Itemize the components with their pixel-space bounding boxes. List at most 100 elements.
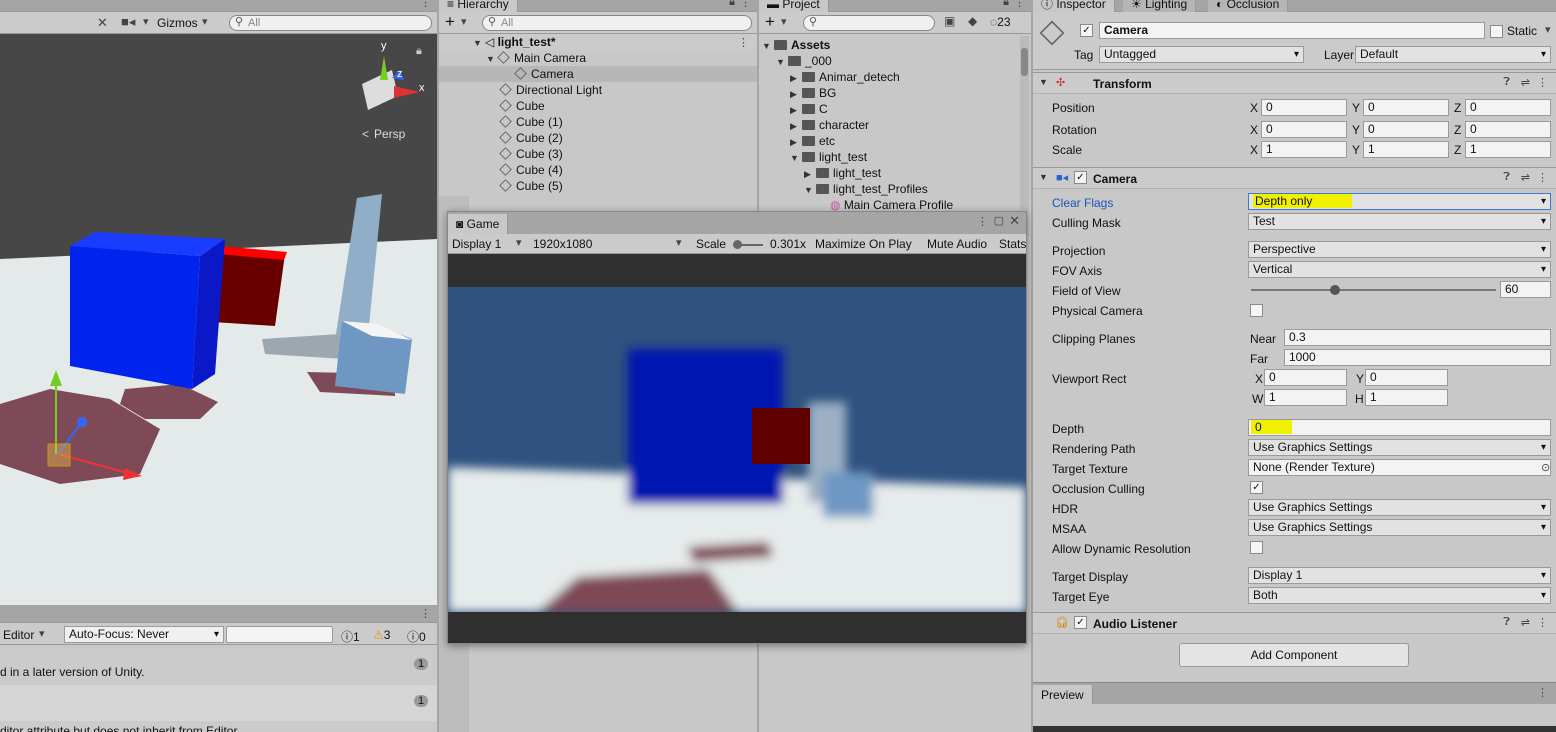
add-component-button[interactable]: Add Component xyxy=(1179,643,1409,667)
preset-icon[interactable]: ⇌ xyxy=(1521,616,1530,629)
expand-icon[interactable]: ▼ xyxy=(762,38,774,54)
tools-icon[interactable]: ✕ xyxy=(97,15,108,31)
tab-inspector[interactable]: ⓘ Inspector xyxy=(1033,0,1115,12)
more-icon[interactable]: ⋮ xyxy=(420,0,431,9)
list-item[interactable]: Cube (3) xyxy=(439,146,757,162)
folder-row[interactable]: ▶ etc xyxy=(790,133,835,149)
gizmos-dropdown-icon[interactable]: ▾ xyxy=(202,15,208,28)
expand-icon[interactable]: ▼ xyxy=(804,182,816,198)
hidden-count[interactable]: ◌23 xyxy=(990,15,1011,29)
dropdown-icon[interactable]: ▾ xyxy=(143,15,149,28)
tab-lighting[interactable]: ☀ Lighting xyxy=(1123,0,1197,12)
viewport-x-field[interactable]: 0 xyxy=(1264,369,1347,386)
component-more-icon[interactable]: ⋮ xyxy=(1537,616,1548,629)
rotation-y-field[interactable]: 0 xyxy=(1363,121,1449,138)
console-row[interactable]: 1 xyxy=(0,685,437,721)
fov-axis-dropdown[interactable]: Vertical xyxy=(1248,261,1551,278)
target-texture-field[interactable]: None (Render Texture) xyxy=(1248,459,1551,476)
near-field[interactable]: 0.3 xyxy=(1284,329,1551,346)
clear-flags-dropdown[interactable]: Depth only xyxy=(1248,193,1551,210)
tab-preview[interactable]: Preview xyxy=(1033,685,1093,705)
error-count[interactable]: ⓘ0 xyxy=(407,628,426,645)
scene-search-input[interactable]: All xyxy=(229,15,432,31)
expand-icon[interactable]: ▼ xyxy=(1039,77,1051,87)
position-x-field[interactable]: 0 xyxy=(1261,99,1347,116)
hdr-dropdown[interactable]: Use Graphics Settings xyxy=(1248,499,1551,516)
preview-more-icon[interactable]: ⋮ xyxy=(1537,686,1548,699)
position-y-field[interactable]: 0 xyxy=(1363,99,1449,116)
add-dropdown-icon[interactable]: ▾ xyxy=(461,15,467,28)
audio-listener-header[interactable]: 🎧︎ ✓ Audio Listener ❓︎ ⇌ ⋮ xyxy=(1033,612,1556,634)
scale-slider[interactable] xyxy=(733,240,763,249)
tab-project[interactable]: ▬ Project xyxy=(759,0,829,12)
physical-camera-checkbox[interactable] xyxy=(1250,304,1263,317)
game-more-icon[interactable]: ⋮ xyxy=(977,215,988,228)
projection-dropdown[interactable]: Perspective xyxy=(1248,241,1551,258)
filter-type-icon[interactable]: ▣ xyxy=(944,14,955,28)
maximize-icon[interactable]: ▢ xyxy=(994,214,1004,227)
transform-header[interactable]: ▼ ✣ Transform ❓︎ ⇌ ⋮ xyxy=(1033,72,1556,94)
expand-icon[interactable]: ▼ xyxy=(473,35,485,51)
scene-root-row[interactable]: ▼ ◁ light_test* ⋮ xyxy=(439,34,757,50)
console-more-icon[interactable]: ⋮ xyxy=(420,607,431,620)
scale-y-field[interactable]: 1 xyxy=(1363,141,1449,158)
list-item[interactable]: Cube (5) xyxy=(439,178,757,194)
list-item[interactable]: Cube (2) xyxy=(439,130,757,146)
lock-icon[interactable]: 🔒︎ xyxy=(416,45,422,58)
fov-field[interactable]: 60 xyxy=(1500,281,1551,298)
list-item[interactable]: ▼ Main Camera xyxy=(439,50,757,66)
tag-dropdown[interactable]: Untagged xyxy=(1099,46,1304,63)
console-row[interactable]: d in a later version of Unity. 1 xyxy=(0,649,437,685)
close-icon[interactable]: ✕ xyxy=(1009,213,1020,229)
rotation-z-field[interactable]: 0 xyxy=(1465,121,1551,138)
tab-occlusion[interactable]: ◐ Occlusion xyxy=(1208,0,1289,12)
viewport-h-field[interactable]: 1 xyxy=(1365,389,1448,406)
preset-icon[interactable]: ⇌ xyxy=(1521,76,1530,89)
viewport-w-field[interactable]: 1 xyxy=(1264,389,1347,406)
tab-hierarchy[interactable]: ≡ Hierarchy xyxy=(439,0,518,12)
display-dropdown[interactable]: Display 1 xyxy=(452,237,501,251)
folder-row[interactable]: ▶ BG xyxy=(790,85,836,101)
folder-row[interactable]: ▼ Assets xyxy=(762,37,830,53)
scene-viewport[interactable] xyxy=(0,34,437,605)
folder-row[interactable]: ▶ Animar_detech xyxy=(790,69,900,85)
fov-slider[interactable] xyxy=(1251,285,1496,295)
console-row[interactable]: ditor attribute but does not inherit fro… xyxy=(0,721,437,732)
expand-icon[interactable]: ▶ xyxy=(790,102,802,118)
static-checkbox[interactable] xyxy=(1490,25,1503,38)
maximize-on-play-toggle[interactable]: Maximize On Play xyxy=(815,237,912,251)
msaa-dropdown[interactable]: Use Graphics Settings xyxy=(1248,519,1551,536)
occlusion-culling-checkbox[interactable]: ✓ xyxy=(1250,481,1263,494)
create-button[interactable]: + xyxy=(765,12,775,32)
project-lock-icon[interactable]: 🔒︎ xyxy=(1003,0,1009,9)
far-field[interactable]: 1000 xyxy=(1284,349,1551,366)
mute-audio-toggle[interactable]: Mute Audio xyxy=(927,237,987,251)
view-mode-label[interactable]: Persp xyxy=(374,127,405,141)
object-name-field[interactable]: Camera xyxy=(1099,22,1485,39)
create-dropdown-icon[interactable]: ▾ xyxy=(781,15,787,28)
autofocus-dropdown[interactable]: Auto-Focus: Never xyxy=(64,626,224,643)
stats-toggle[interactable]: Stats xyxy=(999,237,1026,251)
expand-icon[interactable]: ▶ xyxy=(790,134,802,150)
project-more-icon[interactable]: ⋮ xyxy=(1014,0,1025,9)
scale-x-field[interactable]: 1 xyxy=(1261,141,1347,158)
list-item[interactable]: Directional Light xyxy=(439,82,757,98)
warn-count[interactable]: ⚠3 xyxy=(373,628,390,642)
hierarchy-lock-icon[interactable]: 🔒︎ xyxy=(729,0,735,9)
component-more-icon[interactable]: ⋮ xyxy=(1537,76,1548,89)
audio-listener-checkbox[interactable]: ✓ xyxy=(1074,616,1087,629)
folder-row[interactable]: ▼ light_test_Profiles xyxy=(804,181,928,197)
scene-more-icon[interactable]: ⋮ xyxy=(738,35,749,51)
camera-header[interactable]: ▼ ■◂ ✓ Camera ❓︎ ⇌ ⋮ xyxy=(1033,167,1556,189)
static-dropdown-icon[interactable]: ▾ xyxy=(1545,23,1551,36)
list-item[interactable]: Cube xyxy=(439,98,757,114)
expand-icon[interactable]: ▶ xyxy=(790,118,802,134)
hierarchy-more-icon[interactable]: ⋮ xyxy=(740,0,751,9)
list-item-selected[interactable]: Camera xyxy=(439,66,757,82)
rendering-path-dropdown[interactable]: Use Graphics Settings xyxy=(1248,439,1551,456)
fov-slider-handle[interactable] xyxy=(1330,285,1340,295)
display-dropdown-icon[interactable]: ▾ xyxy=(516,236,522,249)
add-button[interactable]: + xyxy=(445,12,455,32)
dynamic-resolution-checkbox[interactable] xyxy=(1250,541,1263,554)
tab-game[interactable]: ◙ Game xyxy=(448,214,509,234)
